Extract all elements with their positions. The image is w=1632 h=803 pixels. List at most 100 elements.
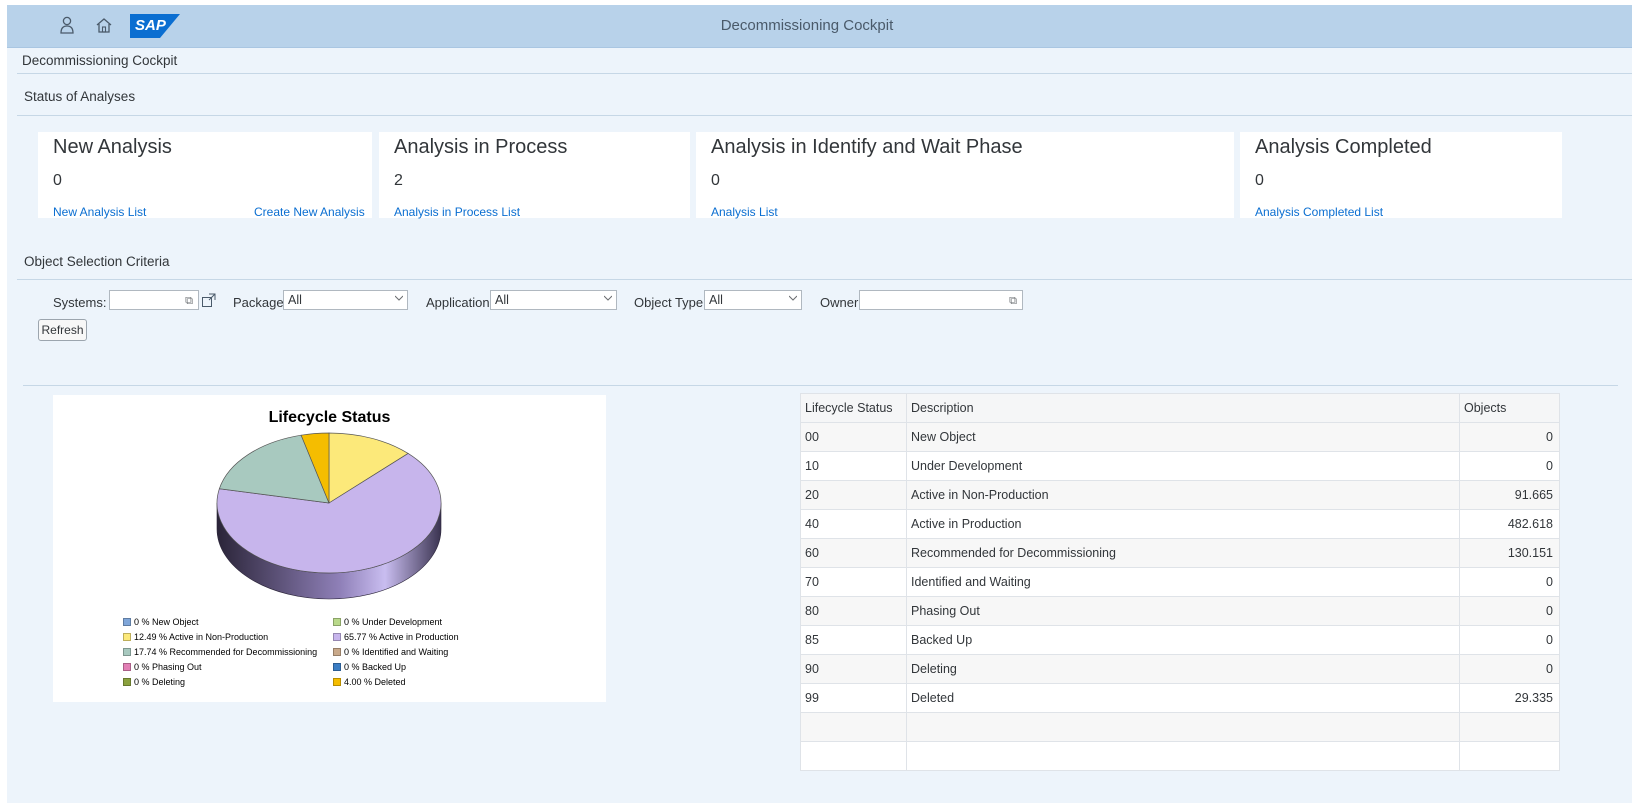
package-select[interactable]: All: [283, 290, 408, 310]
table-row[interactable]: [800, 741, 1560, 771]
table-row[interactable]: 00 New Object 0: [800, 422, 1560, 452]
tile-heading: New Analysis: [53, 136, 172, 158]
divider: [23, 385, 1618, 386]
object-type-label: Object Type: [634, 295, 704, 310]
owner-input[interactable]: ⧉: [859, 290, 1023, 310]
chevron-down-icon: [789, 295, 797, 301]
table-cell-description: Active in Production: [906, 509, 1460, 539]
legend-item: 65.77 % Active in Production: [333, 632, 459, 642]
legend-swatch: [123, 618, 131, 626]
table-cell-description: New Object: [906, 422, 1460, 452]
table-header-row: Lifecycle Status Description Objects: [800, 393, 1560, 423]
analysis-in-process-list-link[interactable]: Analysis in Process List: [394, 205, 520, 219]
table-cell-objects: 482.618: [1459, 509, 1560, 539]
table-row[interactable]: 80 Phasing Out 0: [800, 596, 1560, 626]
create-new-analysis-link[interactable]: Create New Analysis: [254, 205, 365, 219]
legend-item: 12.49 % Active in Non-Production: [123, 632, 268, 642]
table-cell-description: [906, 712, 1460, 742]
table-row[interactable]: 60 Recommended for Decommissioning 130.151: [800, 538, 1560, 568]
legend-swatch: [333, 618, 341, 626]
legend-label: 0 % New Object: [134, 617, 199, 627]
legend-item: 0 % Phasing Out: [123, 662, 202, 672]
tile-value: 0: [53, 172, 62, 189]
object-type-value: All: [709, 293, 723, 307]
table-cell-status: 40: [800, 509, 907, 539]
legend-label: 0 % Backed Up: [344, 662, 407, 672]
legend-item: 0 % Under Development: [333, 617, 442, 627]
table-cell-description: Under Development: [906, 451, 1460, 481]
legend-label: 65.77 % Active in Production: [344, 632, 459, 642]
legend-label: 12.49 % Active in Non-Production: [134, 632, 269, 642]
table-row[interactable]: 90 Deleting 0: [800, 654, 1560, 684]
table-cell-objects: 0: [1459, 567, 1560, 597]
chevron-down-icon: [395, 295, 403, 301]
table-row[interactable]: 99 Deleted 29.335: [800, 683, 1560, 713]
analysis-completed-list-link[interactable]: Analysis Completed List: [1255, 205, 1383, 219]
tile-heading: Analysis Completed: [1255, 136, 1432, 158]
tile-analysis-in-process: Analysis in Process 2 Analysis in Proces…: [379, 132, 690, 219]
table-cell-status: [800, 712, 907, 742]
legend-swatch: [123, 678, 131, 686]
column-header[interactable]: Description: [906, 393, 1460, 423]
legend-swatch: [333, 663, 341, 671]
tile-value: 0: [711, 172, 720, 189]
table-cell-status: 60: [800, 538, 907, 568]
table-cell-status: 10: [800, 451, 907, 481]
legend-swatch: [123, 633, 131, 641]
table-cell-description: Recommended for Decommissioning: [906, 538, 1460, 568]
legend-label: 0 % Phasing Out: [134, 662, 202, 672]
chevron-down-icon: [604, 295, 612, 301]
package-label: Package: [233, 295, 284, 310]
legend-item: 0 % Deleting: [123, 677, 185, 687]
table-cell-description: Backed Up: [906, 625, 1460, 655]
application-select[interactable]: All: [490, 290, 617, 310]
table-cell-description: Active in Non-Production: [906, 480, 1460, 510]
legend-swatch: [333, 633, 341, 641]
divider: [17, 279, 1632, 280]
table-row[interactable]: 20 Active in Non-Production 91.665: [800, 480, 1560, 510]
legend-swatch: [333, 648, 341, 656]
table-row[interactable]: 10 Under Development 0: [800, 451, 1560, 481]
tile-value: 0: [1255, 172, 1264, 189]
shell-bar: SAP Decommissioning Cockpit: [7, 5, 1632, 48]
page-title: Decommissioning Cockpit: [22, 53, 178, 68]
legend-label: 0 % Identified and Waiting: [344, 647, 449, 657]
multiple-selection-icon[interactable]: [201, 292, 217, 308]
systems-label: Systems:: [53, 295, 107, 310]
tile-heading: Analysis in Process: [394, 136, 568, 158]
value-help-icon[interactable]: ⧉: [1009, 292, 1017, 310]
new-analysis-list-link[interactable]: New Analysis List: [53, 205, 146, 219]
divider: [17, 73, 1632, 74]
legend-item: 0 % New Object: [123, 617, 199, 627]
tile-analysis-identify-wait: Analysis in Identify and Wait Phase 0 An…: [696, 132, 1234, 219]
object-type-select[interactable]: All: [704, 290, 802, 310]
table-cell-objects: 0: [1459, 596, 1560, 626]
table-cell-status: 00: [800, 422, 907, 452]
legend-item: 0 % Identified and Waiting: [333, 647, 448, 657]
table-row[interactable]: [800, 712, 1560, 742]
lifecycle-chart-panel: Lifecycle Status 0 % New Object 0 % Under…: [53, 395, 606, 702]
analysis-list-link[interactable]: Analysis List: [711, 205, 778, 219]
table-cell-description: [906, 741, 1460, 771]
table-cell-description: Deleted: [906, 683, 1460, 713]
systems-input[interactable]: ⧉: [109, 290, 199, 310]
value-help-icon[interactable]: ⧉: [185, 292, 193, 310]
column-header[interactable]: Lifecycle Status: [800, 393, 907, 423]
legend-swatch: [123, 648, 131, 656]
table-cell-status: [800, 741, 907, 771]
refresh-button[interactable]: Refresh: [38, 319, 87, 341]
table-cell-objects: 29.335: [1459, 683, 1560, 713]
table-cell-description: Phasing Out: [906, 596, 1460, 626]
table-cell-status: 20: [800, 480, 907, 510]
tile-analysis-completed: Analysis Completed 0 Analysis Completed …: [1240, 132, 1562, 219]
column-header[interactable]: Objects: [1459, 393, 1560, 423]
table-cell-status: 80: [800, 596, 907, 626]
legend-label: 0 % Deleting: [134, 677, 186, 687]
table-row[interactable]: 85 Backed Up 0: [800, 625, 1560, 655]
tile-new-analysis: New Analysis 0 New Analysis List Create …: [38, 132, 372, 219]
legend-item: 0 % Backed Up: [333, 662, 406, 672]
table-row[interactable]: 70 Identified and Waiting 0: [800, 567, 1560, 597]
table-row[interactable]: 40 Active in Production 482.618: [800, 509, 1560, 539]
table-cell-objects: [1459, 712, 1560, 742]
owner-label: Owner: [820, 295, 859, 310]
